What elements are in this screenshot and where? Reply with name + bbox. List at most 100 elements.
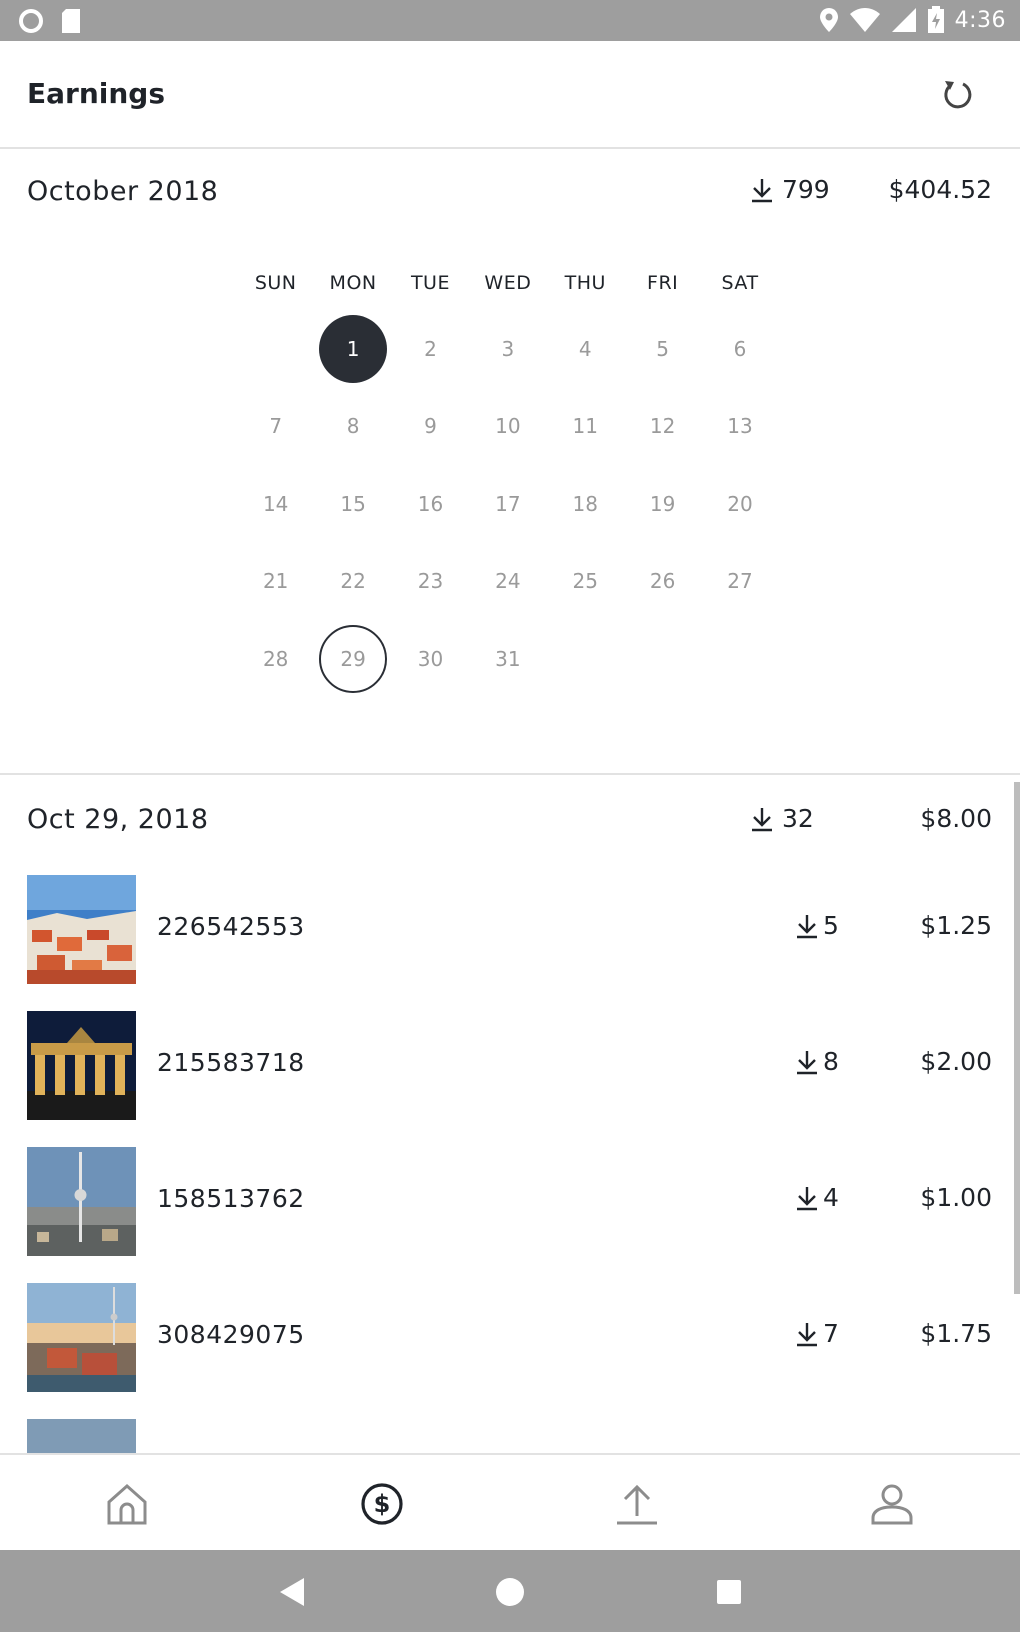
nav-profile[interactable] [867, 1479, 917, 1529]
calendar-day[interactable]: 13 [701, 388, 778, 466]
system-nav-bar [0, 1550, 1020, 1632]
calendar-blank [237, 310, 314, 388]
calendar-day[interactable]: 3 [469, 310, 546, 388]
calendar-day[interactable]: 22 [314, 543, 391, 621]
clock: 4:36 [954, 7, 1006, 33]
signal-icon [891, 8, 916, 32]
home-icon [107, 1483, 147, 1525]
photo-earnings: $2.00 [920, 1047, 992, 1076]
calendar-day[interactable]: 16 [392, 465, 469, 543]
nav-earnings[interactable]: $ [357, 1479, 407, 1529]
calendar-weekdays: SUN MON TUE WED THU FRI SAT [237, 272, 779, 310]
recents-button[interactable] [713, 1576, 745, 1608]
calendar-day[interactable]: 10 [469, 388, 546, 466]
calendar-day-number: 27 [727, 569, 753, 594]
calendar-day[interactable]: 26 [624, 543, 701, 621]
nav-upload[interactable] [612, 1479, 662, 1529]
nav-home[interactable] [102, 1479, 152, 1529]
calendar-day[interactable]: 7 [237, 388, 314, 466]
calendar-day-number: 7 [269, 414, 283, 439]
day-earnings: $8.00 [920, 804, 992, 833]
list-item[interactable] [0, 1419, 1010, 1453]
calendar-day[interactable]: 18 [547, 465, 624, 543]
calendar-day[interactable]: 31 [469, 620, 546, 698]
calendar-day[interactable]: 20 [701, 465, 778, 543]
calendar-day[interactable]: 2 [392, 310, 469, 388]
month-downloads-count: 799 [782, 175, 830, 204]
calendar-day-number: 10 [495, 414, 521, 439]
calendar-day[interactable]: 28 [237, 620, 314, 698]
calendar-day[interactable]: 4 [547, 310, 624, 388]
back-button[interactable] [276, 1576, 308, 1608]
battery-icon [927, 6, 944, 33]
refresh-icon [944, 81, 972, 109]
photo-thumbnail [27, 1011, 136, 1120]
calendar-day[interactable]: 21 [237, 543, 314, 621]
calendar-day[interactable]: 25 [547, 543, 624, 621]
weekday-label: SAT [721, 272, 759, 294]
calendar-day[interactable]: 12 [624, 388, 701, 466]
day-summary: Oct 29, 2018 32 $8.00 [0, 782, 1020, 862]
calendar-day-number: 2 [424, 336, 437, 361]
calendar-day-number: 23 [417, 569, 444, 594]
list-item[interactable]: 226542553 5 $1.25 [0, 875, 1010, 1011]
calendar-day[interactable]: 1 [314, 310, 391, 388]
list-item[interactable]: 158513762 4 $1.00 [0, 1147, 1010, 1283]
status-bar: 4:36 [0, 0, 1020, 41]
calendar-day[interactable]: 11 [547, 388, 624, 466]
list-item[interactable]: 215583718 8 $2.00 [0, 1011, 1010, 1147]
calendar: SUN MON TUE WED THU FRI SAT 1 2 3 4 5 6 7 8 9 10 1… [237, 272, 779, 698]
calendar-day[interactable]: 8 [314, 388, 391, 466]
home-button[interactable] [494, 1576, 526, 1608]
weekday-label: SUN [254, 272, 297, 294]
page-title: Earnings [27, 77, 166, 110]
calendar-day[interactable]: 23 [392, 543, 469, 621]
list-item[interactable]: 308429075 7 $1.75 [0, 1283, 1010, 1419]
calendar-day-number: 29 [319, 624, 388, 693]
calendar-day[interactable]: 17 [469, 465, 546, 543]
photo-thumbnail [27, 1283, 136, 1392]
photo-list[interactable]: 226542553 5 $1.25 215583718 8 $2.00 1585… [0, 875, 1010, 1453]
calendar-day[interactable]: 19 [624, 465, 701, 543]
download-icon [752, 807, 772, 831]
day-title: Oct 29, 2018 [27, 804, 209, 835]
refresh-button[interactable] [936, 73, 980, 117]
photo-id: 308429075 [157, 1320, 305, 1349]
weekday-label: MON [329, 272, 377, 294]
month-summary: October 2018 799 $404.52 [0, 151, 1020, 231]
calendar-day-number: 6 [733, 336, 747, 361]
calendar-day-number: 17 [495, 491, 521, 516]
photo-thumbnail [27, 875, 136, 984]
calendar-day-number: 24 [495, 569, 521, 594]
calendar-day[interactable]: 6 [701, 310, 778, 388]
calendar-day-number: 26 [649, 569, 676, 594]
calendar-day-number: 1 [319, 314, 388, 383]
calendar-day[interactable]: 15 [314, 465, 391, 543]
bottom-nav: $ [0, 1453, 1020, 1550]
calendar-day[interactable]: 24 [469, 543, 546, 621]
calendar-day[interactable]: 5 [624, 310, 701, 388]
recents-icon [717, 1580, 741, 1604]
calendar-day-number: 16 [417, 491, 444, 516]
sd-card-icon [62, 9, 80, 33]
weekday-label: FRI [647, 272, 679, 294]
photo-earnings: $1.00 [920, 1183, 992, 1212]
photo-thumbnail [27, 1419, 136, 1453]
wifi-icon [849, 8, 880, 32]
back-icon [280, 1578, 304, 1606]
calendar-day[interactable]: 29 [314, 620, 391, 698]
location-icon [819, 8, 838, 32]
calendar-day-number: 28 [262, 646, 289, 671]
photo-id: 158513762 [157, 1184, 305, 1213]
calendar-day[interactable]: 9 [392, 388, 469, 466]
calendar-day-number: 4 [578, 336, 592, 361]
calendar-day[interactable]: 30 [392, 620, 469, 698]
photo-earnings: $1.75 [920, 1319, 992, 1348]
calendar-day[interactable]: 27 [701, 543, 778, 621]
sync-icon [19, 9, 43, 33]
calendar-day-number: 22 [340, 569, 366, 594]
calendar-day[interactable]: 14 [237, 465, 314, 543]
photo-earnings: $1.25 [920, 911, 992, 940]
calendar-day-number: 11 [572, 414, 598, 439]
scrollbar[interactable] [1014, 782, 1020, 1294]
